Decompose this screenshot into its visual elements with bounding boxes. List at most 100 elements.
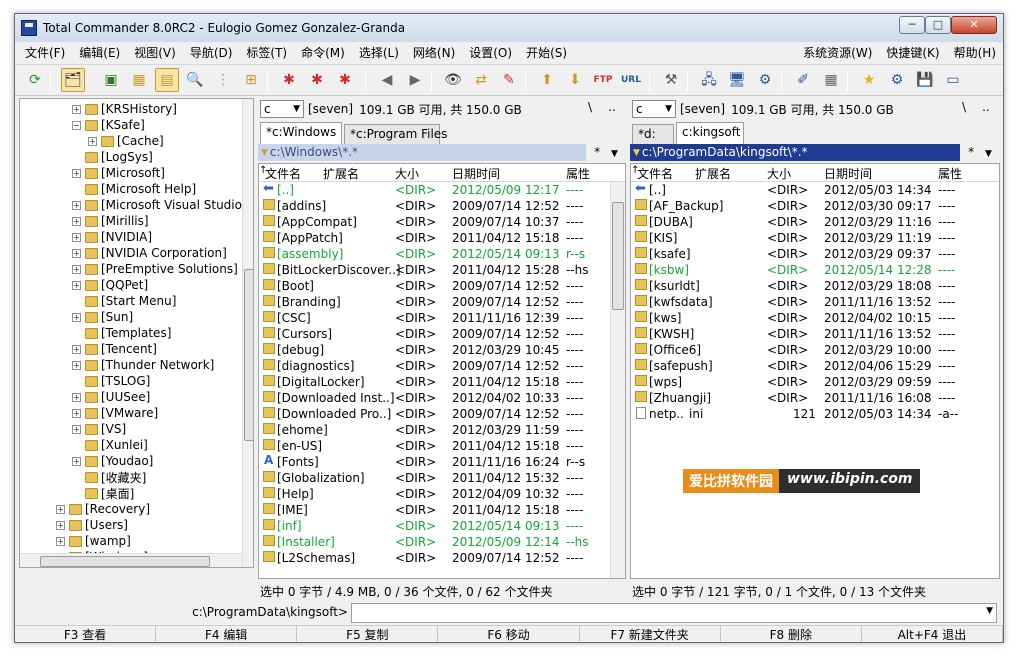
expand-toggle-icon[interactable]: + [72, 344, 81, 354]
tree-item[interactable]: + [KRSHistory] [72, 101, 177, 117]
tree-item[interactable]: + [VMware] [72, 405, 158, 421]
maximize-button[interactable]: □ [925, 16, 951, 34]
edit-note-icon[interactable]: ✐ [791, 68, 815, 92]
find-icon[interactable]: 👁 [441, 68, 465, 92]
desktop-icon[interactable]: 🖥 [725, 68, 749, 92]
expand-toggle-icon[interactable]: + [72, 456, 81, 466]
menu-item[interactable]: 选择(L) [352, 44, 406, 61]
multi-rename-icon[interactable]: ✎ [497, 68, 521, 92]
back-icon[interactable]: ◀ [375, 68, 399, 92]
file-row[interactable]: [DUBA] <DIR> 2012/03/29 11:16 ---- [631, 214, 999, 230]
file-row[interactable]: [inf] <DIR> 2012/05/14 09:13 ---- [259, 518, 625, 534]
column-ext[interactable]: 扩展名 [695, 165, 731, 181]
sync-icon[interactable]: ⇄ [469, 68, 493, 92]
parent-dir-button[interactable]: .. [976, 100, 996, 114]
expand-toggle-icon[interactable]: + [56, 520, 65, 530]
url-icon[interactable]: URL [619, 68, 643, 92]
file-row[interactable]: [Installer] <DIR> 2012/05/09 12:14 --hs [259, 534, 625, 550]
file-row[interactable]: [Boot] <DIR> 2009/07/14 12:52 ---- [259, 278, 625, 294]
drive-selector[interactable]: c ▼ [632, 100, 676, 118]
tree-item[interactable]: + [Mirillis] [72, 213, 149, 229]
select-invert-icon[interactable]: ✱ [333, 68, 357, 92]
folder-tab[interactable]: c:kingsoft [676, 122, 744, 144]
tree-item[interactable]: + [wamp] [56, 533, 131, 549]
file-row[interactable]: [CSC] <DIR> 2011/11/16 12:39 ---- [259, 310, 625, 326]
tree-item[interactable]: + [Microsoft Visual Studio] [72, 197, 247, 213]
column-name[interactable]: 文件名 [637, 165, 673, 181]
tree-icon[interactable]: ⋮ [211, 68, 235, 92]
tree-item[interactable]: + [QQPet] [72, 277, 148, 293]
file-row[interactable]: [AppPatch] <DIR> 2011/04/12 15:18 ---- [259, 230, 625, 246]
scroll-thumb[interactable] [612, 202, 624, 310]
tree-item[interactable]: + [Sun] [72, 309, 133, 325]
tree-item[interactable]: [TSLOG] [72, 373, 150, 389]
refresh-icon[interactable]: ⟳ [23, 68, 47, 92]
hammer-icon[interactable]: ⚒ [659, 68, 683, 92]
menu-item[interactable]: 编辑(E) [72, 44, 127, 61]
file-row[interactable]: ⬅ [..] <DIR> 2012/05/03 14:34 ---- [631, 181, 999, 198]
settings-icon[interactable]: ⚙ [753, 68, 777, 92]
unpack-icon[interactable]: ⬇ [563, 68, 587, 92]
tree-item[interactable]: + [VS] [72, 421, 126, 437]
tree-item[interactable]: + [Recovery] [56, 501, 150, 517]
expand-toggle-icon[interactable]: + [72, 424, 81, 434]
tree-item[interactable]: [Start Menu] [72, 293, 176, 309]
file-row[interactable]: [IME] <DIR> 2011/04/12 15:18 ---- [259, 502, 625, 518]
tree-item[interactable]: + [Thunder Network] [72, 357, 214, 373]
file-row[interactable]: [Branding] <DIR> 2009/07/14 12:52 ---- [259, 294, 625, 310]
pack-icon[interactable]: ⬆ [535, 68, 559, 92]
file-row[interactable]: [Downloaded Pro..] <DIR> 2009/07/14 12:52-… [259, 406, 625, 422]
parent-dir-button[interactable]: .. [602, 100, 622, 114]
file-row[interactable]: [Zhuangji] <DIR> 2011/11/16 16:08 ---- [631, 390, 999, 406]
tree-item[interactable]: [Templates] [72, 325, 171, 341]
tree-item[interactable]: + [PreEmptive Solutions] [72, 261, 238, 277]
file-row[interactable]: [addins] <DIR> 2009/07/14 12:52 ---- [259, 198, 625, 214]
menu-item[interactable]: 标签(T) [239, 44, 294, 61]
forward-icon[interactable]: ▶ [403, 68, 427, 92]
menu-item[interactable]: 设置(O) [462, 44, 519, 61]
expand-toggle-icon[interactable]: + [72, 168, 81, 178]
file-row[interactable]: [Downloaded Inst..] <DIR> 2012/04/02 10:33… [259, 390, 625, 406]
tree-hscroll-thumb[interactable] [40, 556, 210, 567]
function-key-button[interactable]: F3 查看 [15, 626, 157, 642]
tree-item[interactable]: [LogSys] [72, 149, 153, 165]
file-row[interactable]: [ksafe] <DIR> 2012/03/29 09:37 ---- [631, 246, 999, 262]
history-dropdown-icon[interactable]: ▼ [261, 148, 268, 158]
expand-toggle-icon[interactable]: + [72, 392, 81, 402]
tree-item[interactable]: [Xunlei] [72, 437, 148, 453]
command-input[interactable]: ▼ [351, 603, 997, 623]
expand-toggle-icon[interactable]: + [72, 200, 81, 210]
drive-selector[interactable]: c ▼ [260, 100, 304, 118]
folder-tree[interactable]: + [KRSHistory] − [KSafe] + [Cache] [LogSys] + [M… [19, 98, 254, 568]
favorites-icon[interactable]: ★ [857, 68, 881, 92]
network-icon[interactable]: 🖧 [697, 68, 721, 92]
file-row[interactable]: [KIS] <DIR> 2012/03/29 11:19 ---- [631, 230, 999, 246]
function-key-button[interactable]: Alt+F4 退出 [862, 626, 1003, 642]
path-bar[interactable]: ▼ c:\Windows\*.* * ▼ [258, 144, 626, 161]
title-bar[interactable]: Total Commander 8.0RC2 - Eulogio Gomez G… [15, 14, 1003, 42]
file-row[interactable]: [kwfsdata] <DIR> 2011/11/16 13:52 ---- [631, 294, 999, 310]
folder-tab[interactable]: *c:Program Files [344, 124, 447, 144]
expand-toggle-icon[interactable]: + [56, 504, 65, 514]
function-key-button[interactable]: F4 编辑 [156, 626, 298, 642]
select-plus-icon[interactable]: ✱ [277, 68, 301, 92]
thumbnail-icon[interactable]: ▣ [99, 68, 123, 92]
function-key-button[interactable]: F6 移动 [438, 626, 580, 642]
tree-item[interactable]: [Microsoft Help] [72, 181, 196, 197]
save-icon[interactable]: 💾 [913, 68, 937, 92]
column-attr[interactable]: 属性 [566, 165, 590, 181]
file-row[interactable]: [Help] <DIR> 2012/04/09 10:32 ---- [259, 486, 625, 502]
menu-item[interactable]: 视图(V) [127, 44, 183, 61]
expand-toggle-icon[interactable]: + [72, 408, 81, 418]
function-key-button[interactable]: F5 复制 [297, 626, 439, 642]
file-list[interactable]: ↑ 文件名 扩展名 大小 日期时间 属性 ⬅ [..] <DIR> 2012/05/09 12:1… [258, 163, 626, 579]
function-key-button[interactable]: F7 新建文件夹 [580, 626, 721, 642]
minimize-button[interactable]: ─ [899, 16, 925, 34]
calculator-icon[interactable]: ▦ [819, 68, 843, 92]
expand-toggle-icon[interactable]: − [72, 120, 81, 130]
menu-item[interactable]: 开始(S) [519, 44, 574, 61]
column-size[interactable]: 大小 [395, 165, 419, 181]
quick-view-icon[interactable]: 🔍 [183, 68, 207, 92]
column-name[interactable]: 文件名 [265, 165, 301, 181]
brief-view-icon[interactable]: ▦ [127, 68, 151, 92]
